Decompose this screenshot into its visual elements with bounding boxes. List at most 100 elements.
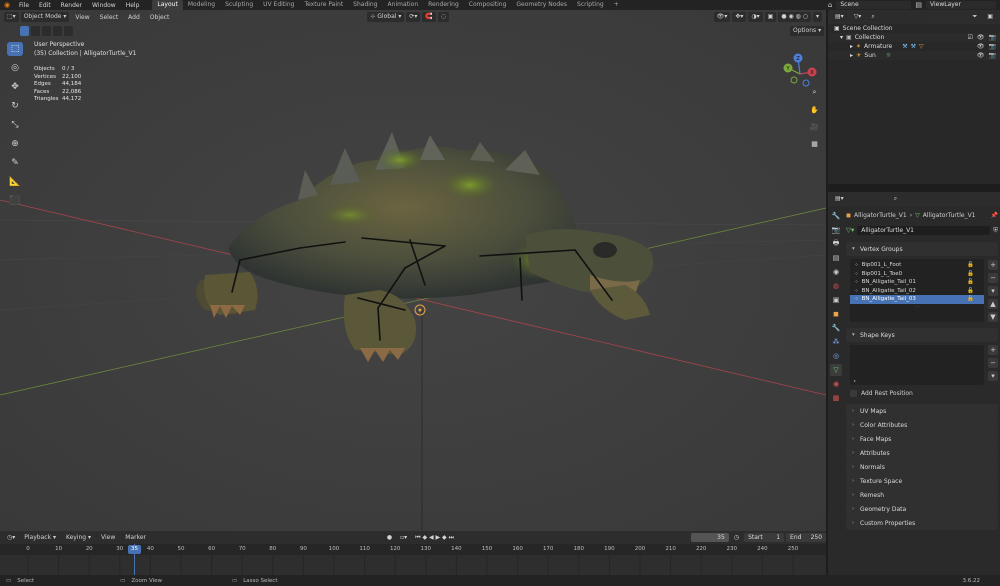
pose-icon[interactable]: ⚒ — [911, 43, 916, 50]
select-invert-icon[interactable] — [53, 26, 62, 36]
collection-tab-icon[interactable]: ▣ — [830, 294, 842, 306]
light-data-icon[interactable]: ☼ — [886, 52, 891, 59]
playhead-frame-badge[interactable]: 35 — [128, 545, 141, 554]
list-item[interactable]: ⁘ Bip001_L_Foot 🔓 — [850, 261, 984, 270]
mesh-data-tab-icon[interactable]: ▽ — [830, 364, 842, 376]
outliner-item-armature[interactable]: ▸ ✶ Armature ⚒ ⚒ ▽ 👁 📷 — [828, 42, 1000, 51]
eye-icon[interactable]: 👁 — [977, 52, 985, 59]
rotate-icon[interactable]: ↻ — [7, 99, 23, 113]
properties-search-icon[interactable]: ⌕ — [890, 194, 961, 204]
workspace-tab-modeling[interactable]: Modeling — [183, 0, 220, 10]
workspace-tab-rendering[interactable]: Rendering — [423, 0, 464, 10]
texture-tab-icon[interactable]: ▩ — [830, 392, 842, 404]
timeline-menu-playback[interactable]: Playback ▾ — [20, 534, 60, 541]
start-frame-field[interactable]: Start 1 — [744, 533, 785, 542]
camera-render-icon[interactable]: 📷 — [989, 34, 996, 41]
scale-icon[interactable]: ⤡ — [7, 118, 23, 132]
mesh-data-icon[interactable]: ▽▾ — [846, 226, 854, 234]
workspace-tab-scripting[interactable]: Scripting — [572, 0, 609, 10]
overlay-toggle-icon[interactable]: ◑▾ — [748, 12, 763, 22]
tool-tab-icon[interactable]: 🔧 — [830, 210, 842, 222]
properties-editor-icon[interactable]: ▤▾ — [832, 194, 847, 204]
pin-icon[interactable]: 📌 — [991, 212, 998, 219]
add-cube-icon[interactable]: ⬛ — [7, 194, 23, 208]
view-layer-selector[interactable]: ViewLayer — [926, 1, 996, 9]
view-layer-tab-icon[interactable]: ▤ — [830, 252, 842, 264]
list-item[interactable]: ⁘ BN_Alligatie_Tail_01 🔓 — [850, 278, 984, 287]
gizmo-toggle-icon[interactable]: ✥▾ — [732, 12, 747, 22]
blender-logo-icon[interactable]: ◉ — [0, 1, 14, 9]
view-layer-icon[interactable]: ▤ — [915, 1, 922, 9]
outliner-item-sun[interactable]: ▸ ☀ Sun ☼ 👁 📷 — [828, 51, 1000, 60]
uv-maps-panel-header[interactable]: › UV Maps — [846, 404, 998, 418]
xray-icon[interactable]: ▣ — [764, 12, 777, 22]
chevron-down-icon[interactable]: ▾ — [988, 371, 998, 381]
viewport-menu-add[interactable]: Add — [124, 14, 144, 21]
annotate-icon[interactable]: ✎ — [7, 156, 23, 170]
expand-arrow-icon[interactable]: ▾ — [840, 34, 843, 41]
shape-keys-panel-header[interactable]: ▾ Shape Keys — [846, 328, 998, 342]
shape-keys-list[interactable]: ▸ — [850, 345, 984, 385]
viewport-menu-object[interactable]: Object — [146, 14, 174, 21]
current-frame-field[interactable]: 35 — [690, 533, 729, 542]
modifiers-tab-icon[interactable]: 🔧 — [830, 322, 842, 334]
list-item[interactable]: ⁘ Bip001_L_Toe0 🔓 — [850, 270, 984, 279]
workspace-tab-layout[interactable]: Layout — [152, 0, 183, 10]
breadcrumb-data[interactable]: AlligatorTurtle_V1 — [923, 212, 976, 219]
shading-modes[interactable]: ● ◉ ◍ ○ — [778, 12, 811, 22]
transform-orientation-dropdown[interactable]: ⊹ Global ▾ — [367, 12, 405, 22]
eye-icon[interactable]: 👁 — [977, 43, 985, 50]
material-tab-icon[interactable]: ◉ — [830, 378, 842, 390]
expand-arrow-icon[interactable]: ▸ — [850, 43, 853, 50]
workspace-tab-shading[interactable]: Shading — [348, 0, 382, 10]
attributes-panel-header[interactable]: › Attributes — [846, 446, 998, 460]
camera-render-icon[interactable]: 📷 — [989, 43, 996, 50]
timeline-menu-marker[interactable]: Marker — [121, 534, 150, 541]
lock-icon[interactable]: 🔓 — [967, 288, 974, 294]
timeline-menu-keying[interactable]: Keying ▾ — [62, 534, 95, 541]
eye-icon[interactable]: 👁 — [977, 34, 985, 41]
workspace-tab-geometry-nodes[interactable]: Geometry Nodes — [511, 0, 572, 10]
outliner-filter-funnel-icon[interactable]: ⏷ — [969, 12, 981, 22]
vertex-groups-panel-header[interactable]: ▾ Vertex Groups — [846, 242, 998, 256]
output-tab-icon[interactable]: 🖶 — [830, 238, 842, 250]
physics-tab-icon[interactable]: ◎ — [830, 350, 842, 362]
viewport-menu-view[interactable]: View — [71, 14, 93, 21]
viewport-menu-select[interactable]: Select — [96, 14, 123, 21]
keyframe-area[interactable] — [0, 555, 826, 575]
modifier-icon[interactable]: ⚒ — [902, 43, 907, 50]
resize-grip-icon[interactable]: ⋯ — [850, 304, 984, 310]
world-tab-icon[interactable]: ◍ — [830, 280, 842, 292]
add-rest-position-checkbox[interactable] — [850, 389, 857, 397]
move-up-icon[interactable]: ▲ — [988, 299, 998, 309]
select-intersect-icon[interactable] — [64, 26, 73, 36]
shading-options-icon[interactable]: ▾ — [812, 12, 822, 22]
add-icon[interactable]: + — [988, 260, 998, 270]
lock-icon[interactable]: 🔓 — [967, 271, 974, 277]
geometry-data-panel-header[interactable]: › Geometry Data — [846, 502, 998, 516]
add-icon[interactable]: + — [988, 345, 998, 355]
expand-arrow-icon[interactable]: ▸ — [850, 52, 853, 59]
visibility-icon[interactable]: 👁▾ — [713, 12, 731, 22]
grid-view-icon[interactable]: ▦ — [808, 137, 821, 150]
texture-space-panel-header[interactable]: › Texture Space — [846, 474, 998, 488]
scene-selector[interactable]: Scene — [836, 1, 912, 9]
camera-render-icon[interactable]: 📷 — [989, 52, 996, 59]
lock-icon[interactable]: 🔓 — [967, 296, 974, 302]
outliner-editor-icon[interactable]: ▤▾ — [832, 12, 847, 22]
add-workspace-button[interactable]: + — [609, 0, 624, 10]
chevron-down-icon[interactable]: ▾ — [988, 286, 998, 296]
snap-icon[interactable]: 🧲 — [422, 12, 436, 22]
timeline-menu-view[interactable]: View — [97, 534, 119, 541]
scene-collection-row[interactable]: ▣ Scene Collection — [828, 24, 1000, 33]
outliner-search-icon[interactable]: ⌕ — [868, 12, 929, 22]
workspace-tab-animation[interactable]: Animation — [383, 0, 424, 10]
zoom-icon[interactable]: ⌕ — [808, 86, 821, 99]
breadcrumb-object[interactable]: AlligatorTurtle_V1 — [854, 212, 907, 219]
list-item-selected[interactable]: ⁘ BN_Alligatie_Tail_03 🔓 — [850, 295, 984, 304]
timeline-editor-icon[interactable]: ◷▾ — [4, 532, 19, 543]
collection-row[interactable]: ▾ ▣ Collection ☑ 👁 📷 — [828, 33, 1000, 42]
fake-user-shield-icon[interactable]: ⛨ — [993, 226, 998, 235]
checkbox-icon[interactable]: ☑ — [968, 34, 973, 41]
end-frame-field[interactable]: End 250 — [786, 533, 827, 542]
